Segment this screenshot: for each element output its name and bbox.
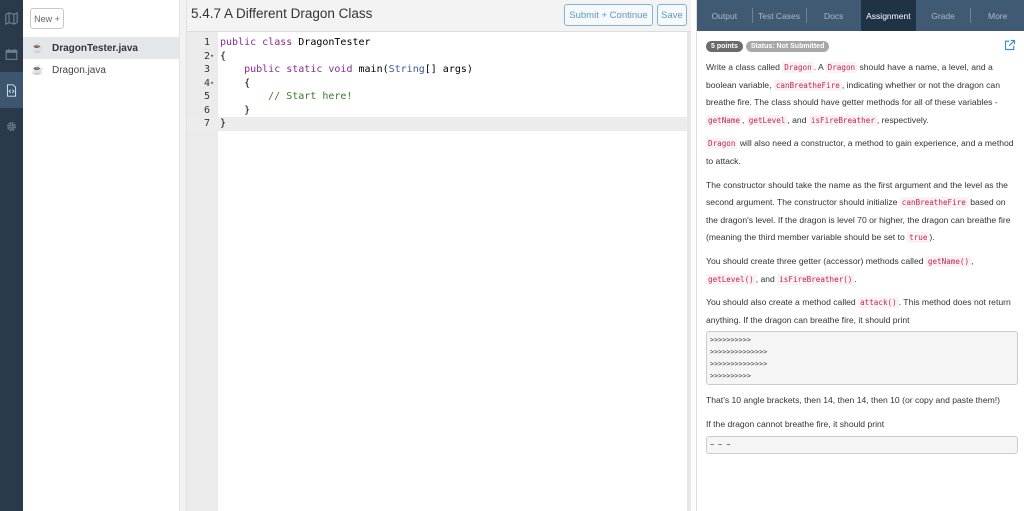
- line-number: 7: [203, 118, 210, 129]
- code-line[interactable]: 3 public static void main(String[] args): [187, 63, 691, 77]
- code-line[interactable]: 7}: [187, 117, 691, 131]
- file-name: Dragon.java: [52, 64, 106, 76]
- code-line[interactable]: 2 ▾{: [187, 50, 691, 64]
- java-icon: ☕: [31, 42, 44, 54]
- code-text: // Start here!: [220, 91, 353, 102]
- assignment-description: Write a class called Dragon. A Dragon sh…: [706, 59, 1018, 461]
- nofire-output-block: ~ ~ ~: [706, 435, 1018, 454]
- code-text: {: [220, 77, 251, 89]
- line-number: 3: [203, 64, 210, 75]
- paragraph-constructor: The constructor should take the name as …: [706, 179, 1011, 244]
- code-text: public class DragonTester: [220, 37, 371, 48]
- rail-code[interactable]: [0, 72, 23, 108]
- code-line[interactable]: 6 }: [187, 104, 691, 118]
- rail-map[interactable]: [0, 0, 23, 36]
- status-badge: Status: Not Submitted: [745, 41, 830, 52]
- map-icon: [5, 11, 18, 25]
- points-badge: 5 points: [706, 41, 743, 52]
- code-line[interactable]: 1 public class DragonTester: [187, 36, 691, 50]
- paragraph-constructor-intro: Dragon will also need a constructor, a m…: [706, 138, 1014, 166]
- submit-continue-button[interactable]: Submit + Continue: [564, 4, 653, 26]
- java-icon: ☕: [31, 64, 44, 76]
- tab-assignment[interactable]: Assignment: [861, 0, 916, 31]
- code-text: }: [220, 104, 251, 116]
- file-sidebar: New + ☕ DragonTester.java ☕ Dragon.java: [23, 0, 180, 511]
- gear-icon: [7, 121, 16, 131]
- line-number: 1: [203, 37, 210, 48]
- rail-calendar[interactable]: [0, 36, 23, 72]
- paragraph-no-fire: If the dragon cannot breathe fire, it sh…: [706, 418, 885, 429]
- fold-toggle-icon[interactable]: ▾: [210, 77, 218, 91]
- rail-settings[interactable]: [0, 108, 23, 144]
- new-file-button[interactable]: New +: [30, 8, 64, 29]
- calendar-icon: [5, 48, 18, 60]
- file-item-dragontester[interactable]: ☕ DragonTester.java: [23, 37, 180, 59]
- tab-output[interactable]: Output: [697, 0, 752, 31]
- paragraph-intro: Write a class called Dragon. A Dragon sh…: [706, 62, 1000, 126]
- code-text: public static void main(String[] args): [244, 64, 473, 75]
- code-editor[interactable]: 1 public class DragonTester 2 ▾{3 public st…: [187, 31, 691, 511]
- code-file-icon: [6, 83, 17, 97]
- tab-grade[interactable]: Grade: [916, 0, 971, 31]
- line-number: 2: [203, 50, 210, 62]
- external-link-icon[interactable]: [1004, 39, 1016, 51]
- panel-tabs: Output Test Cases Docs Assignment Grade …: [697, 0, 1024, 31]
- fold-toggle-icon[interactable]: ▾: [210, 50, 218, 64]
- fire-output-block: >>>>>>>>>> >>>>>>>>>>>>>> >>>>>>>>>>>>>>…: [706, 331, 1018, 386]
- pane-divider[interactable]: [180, 0, 187, 511]
- code-text: }: [220, 118, 227, 129]
- paragraph-attack: You should also create a method called a…: [706, 297, 1011, 325]
- code-line[interactable]: 5 // Start here!: [187, 90, 691, 104]
- save-button[interactable]: Save: [657, 4, 687, 26]
- tab-docs[interactable]: Docs: [806, 0, 861, 31]
- paragraph-bracket-count: That's 10 angle brackets, then 14, then …: [706, 395, 1001, 406]
- editor-pane: 5.4.7 A Different Dragon Class Submit + …: [187, 0, 691, 511]
- code-line[interactable]: 4 ▾ {: [187, 77, 691, 91]
- assignment-panel: Output Test Cases Docs Assignment Grade …: [696, 0, 1024, 511]
- line-number: 6: [203, 104, 210, 116]
- line-number: 5: [203, 91, 210, 102]
- tab-test-cases[interactable]: Test Cases: [751, 0, 807, 31]
- exercise-title: 5.4.7 A Different Dragon Class: [191, 6, 373, 21]
- line-number: 4: [203, 77, 210, 89]
- file-name: DragonTester.java: [52, 42, 138, 54]
- editor-scrollbar[interactable]: [687, 32, 691, 511]
- paragraph-getters: You should create three getter (accessor…: [706, 255, 974, 285]
- app-rail: [0, 0, 23, 511]
- tab-more[interactable]: More: [970, 0, 1024, 31]
- code-text: {: [220, 50, 227, 62]
- file-item-dragon[interactable]: ☕ Dragon.java: [23, 59, 180, 81]
